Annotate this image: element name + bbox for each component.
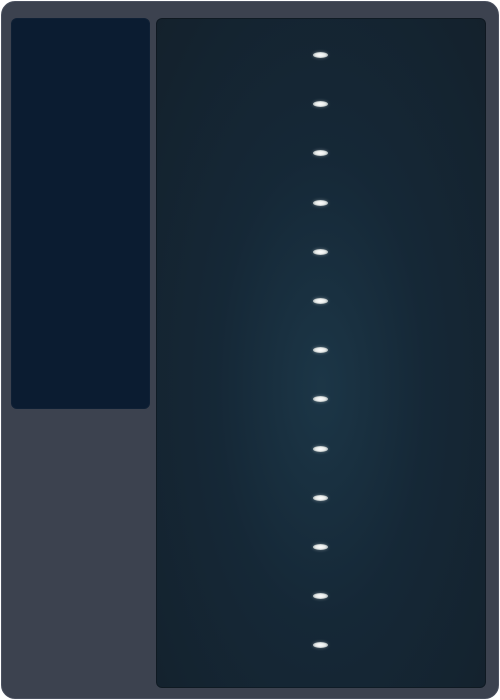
- track-marker: [312, 347, 328, 354]
- track-marker: [312, 544, 328, 550]
- track-marker: [312, 150, 328, 157]
- app-window: [1, 1, 499, 699]
- track-marker: [312, 199, 328, 206]
- track-marker: [312, 101, 328, 108]
- track-marker: [312, 593, 328, 600]
- track-marker: [312, 298, 328, 304]
- track-marker: [312, 494, 328, 501]
- right-track-panel: [156, 18, 486, 688]
- track-marker: [312, 396, 328, 403]
- track-marker: [312, 445, 328, 452]
- track-marker: [312, 248, 328, 255]
- track-marker: [312, 52, 328, 58]
- left-empty-panel: [11, 18, 150, 409]
- track-marker: [312, 642, 328, 649]
- dot-track: [156, 18, 486, 688]
